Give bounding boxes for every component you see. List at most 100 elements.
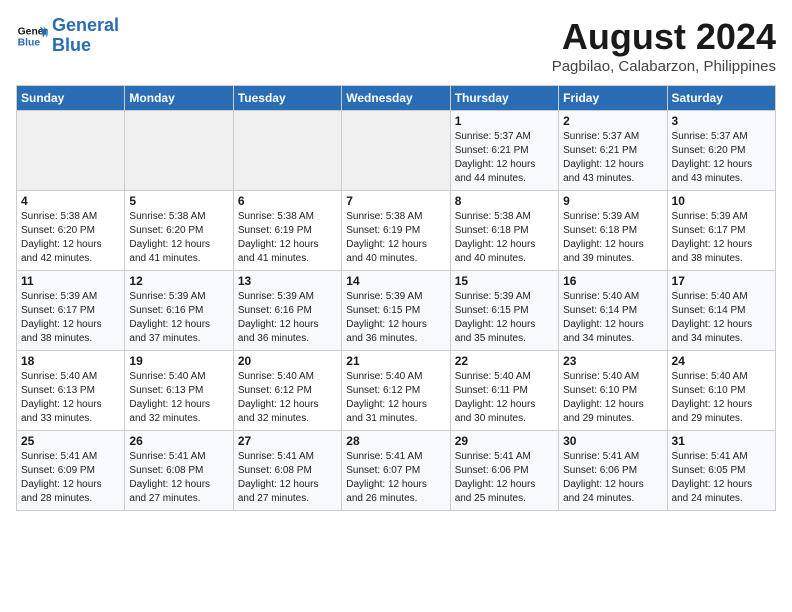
- calendar-week-1: 1 Sunrise: 5:37 AM Sunset: 6:21 PM Daylig…: [17, 111, 776, 191]
- day-info: Sunrise: 5:37 AM Sunset: 6:21 PM Dayligh…: [455, 130, 554, 186]
- day-number: 4: [21, 194, 120, 208]
- calendar-cell: 15 Sunrise: 5:39 AM Sunset: 6:15 PM Dayli…: [450, 271, 558, 351]
- calendar-cell: 4 Sunrise: 5:38 AM Sunset: 6:20 PM Daylig…: [17, 191, 125, 271]
- calendar-cell: 28 Sunrise: 5:41 AM Sunset: 6:07 PM Dayli…: [342, 431, 450, 511]
- calendar-cell: 13Sunrise: 5:39 AM Sunset: 6:16 PM Dayli…: [233, 271, 341, 351]
- day-number: 9: [563, 194, 662, 208]
- day-number: 6: [238, 194, 337, 208]
- day-number: 17: [672, 274, 771, 288]
- calendar-week-2: 4 Sunrise: 5:38 AM Sunset: 6:20 PM Daylig…: [17, 191, 776, 271]
- day-info: Sunrise: 5:38 AM Sunset: 6:18 PM Dayligh…: [455, 210, 554, 266]
- day-number: 2: [563, 114, 662, 128]
- calendar-cell: 12Sunrise: 5:39 AM Sunset: 6:16 PM Dayli…: [125, 271, 233, 351]
- day-number: 3: [672, 114, 771, 128]
- calendar-cell: 14 Sunrise: 5:39 AM Sunset: 6:15 PM Dayli…: [342, 271, 450, 351]
- day-number: 1: [455, 114, 554, 128]
- calendar-week-3: 11 Sunrise: 5:39 AM Sunset: 6:17 PM Dayli…: [17, 271, 776, 351]
- calendar-cell: 10Sunrise: 5:39 AM Sunset: 6:17 PM Dayli…: [667, 191, 775, 271]
- logo-text-line2: Blue: [52, 36, 119, 56]
- day-info: Sunrise: 5:37 AM Sunset: 6:20 PM Dayligh…: [672, 130, 771, 186]
- day-number: 19: [129, 354, 228, 368]
- day-info: Sunrise: 5:40 AM Sunset: 6:11 PM Dayligh…: [455, 370, 554, 426]
- day-info: Sunrise: 5:37 AM Sunset: 6:21 PM Dayligh…: [563, 130, 662, 186]
- day-number: 5: [129, 194, 228, 208]
- page-header: General Blue General Blue August 2024 Pa…: [16, 16, 776, 75]
- day-info: Sunrise: 5:39 AM Sunset: 6:15 PM Dayligh…: [346, 290, 445, 346]
- day-number: 8: [455, 194, 554, 208]
- day-number: 16: [563, 274, 662, 288]
- calendar-cell: 16 Sunrise: 5:40 AM Sunset: 6:14 PM Dayli…: [559, 271, 667, 351]
- calendar-cell: 25Sunrise: 5:41 AM Sunset: 6:09 PM Dayli…: [17, 431, 125, 511]
- day-info: Sunrise: 5:41 AM Sunset: 6:08 PM Dayligh…: [129, 450, 228, 506]
- day-info: Sunrise: 5:40 AM Sunset: 6:13 PM Dayligh…: [129, 370, 228, 426]
- calendar-cell: 22 Sunrise: 5:40 AM Sunset: 6:11 PM Dayli…: [450, 351, 558, 431]
- day-number: 31: [672, 434, 771, 448]
- calendar-cell: 11 Sunrise: 5:39 AM Sunset: 6:17 PM Dayli…: [17, 271, 125, 351]
- day-number: 10: [672, 194, 771, 208]
- calendar-cell: 20 Sunrise: 5:40 AM Sunset: 6:12 PM Dayli…: [233, 351, 341, 431]
- day-info: Sunrise: 5:40 AM Sunset: 6:13 PM Dayligh…: [21, 370, 120, 426]
- calendar-week-4: 18Sunrise: 5:40 AM Sunset: 6:13 PM Dayli…: [17, 351, 776, 431]
- day-info: Sunrise: 5:41 AM Sunset: 6:09 PM Dayligh…: [21, 450, 120, 506]
- day-number: 26: [129, 434, 228, 448]
- day-info: Sunrise: 5:39 AM Sunset: 6:17 PM Dayligh…: [21, 290, 120, 346]
- day-number: 22: [455, 354, 554, 368]
- weekday-header-wednesday: Wednesday: [342, 86, 450, 111]
- calendar-cell: 5 Sunrise: 5:38 AM Sunset: 6:20 PM Daylig…: [125, 191, 233, 271]
- day-number: 30: [563, 434, 662, 448]
- weekday-header-friday: Friday: [559, 86, 667, 111]
- day-number: 28: [346, 434, 445, 448]
- calendar-cell: 24 Sunrise: 5:40 AM Sunset: 6:10 PM Dayli…: [667, 351, 775, 431]
- day-number: 12: [129, 274, 228, 288]
- day-number: 21: [346, 354, 445, 368]
- calendar-cell: 1 Sunrise: 5:37 AM Sunset: 6:21 PM Daylig…: [450, 111, 558, 191]
- calendar-cell: 26 Sunrise: 5:41 AM Sunset: 6:08 PM Dayli…: [125, 431, 233, 511]
- weekday-header-thursday: Thursday: [450, 86, 558, 111]
- day-info: Sunrise: 5:40 AM Sunset: 6:12 PM Dayligh…: [346, 370, 445, 426]
- calendar-cell: 21 Sunrise: 5:40 AM Sunset: 6:12 PM Dayli…: [342, 351, 450, 431]
- day-number: 27: [238, 434, 337, 448]
- day-number: 15: [455, 274, 554, 288]
- day-info: Sunrise: 5:41 AM Sunset: 6:06 PM Dayligh…: [563, 450, 662, 506]
- calendar-week-5: 25Sunrise: 5:41 AM Sunset: 6:09 PM Dayli…: [17, 431, 776, 511]
- title-block: August 2024 Pagbilao, Calabarzon, Philip…: [552, 16, 776, 75]
- calendar-cell: 23Sunrise: 5:40 AM Sunset: 6:10 PM Dayli…: [559, 351, 667, 431]
- day-info: Sunrise: 5:38 AM Sunset: 6:20 PM Dayligh…: [129, 210, 228, 266]
- calendar-title: August 2024: [552, 16, 776, 58]
- calendar-cell: 27Sunrise: 5:41 AM Sunset: 6:08 PM Dayli…: [233, 431, 341, 511]
- day-number: 20: [238, 354, 337, 368]
- logo-icon: General Blue: [16, 20, 48, 52]
- calendar-cell: 3 Sunrise: 5:37 AM Sunset: 6:20 PM Daylig…: [667, 111, 775, 191]
- day-info: Sunrise: 5:41 AM Sunset: 6:07 PM Dayligh…: [346, 450, 445, 506]
- day-number: 14: [346, 274, 445, 288]
- calendar-cell: 19 Sunrise: 5:40 AM Sunset: 6:13 PM Dayli…: [125, 351, 233, 431]
- calendar-cell: [233, 111, 341, 191]
- calendar-cell: 30 Sunrise: 5:41 AM Sunset: 6:06 PM Dayli…: [559, 431, 667, 511]
- day-info: Sunrise: 5:39 AM Sunset: 6:15 PM Dayligh…: [455, 290, 554, 346]
- svg-text:Blue: Blue: [18, 37, 41, 48]
- day-info: Sunrise: 5:40 AM Sunset: 6:14 PM Dayligh…: [563, 290, 662, 346]
- calendar-cell: 8 Sunrise: 5:38 AM Sunset: 6:18 PM Daylig…: [450, 191, 558, 271]
- calendar-cell: 6Sunrise: 5:38 AM Sunset: 6:19 PM Daylig…: [233, 191, 341, 271]
- calendar-cell: [342, 111, 450, 191]
- calendar-cell: [17, 111, 125, 191]
- day-info: Sunrise: 5:40 AM Sunset: 6:12 PM Dayligh…: [238, 370, 337, 426]
- day-number: 11: [21, 274, 120, 288]
- calendar-cell: 29 Sunrise: 5:41 AM Sunset: 6:06 PM Dayli…: [450, 431, 558, 511]
- calendar-cell: 7Sunrise: 5:38 AM Sunset: 6:19 PM Daylig…: [342, 191, 450, 271]
- calendar-cell: 31Sunrise: 5:41 AM Sunset: 6:05 PM Dayli…: [667, 431, 775, 511]
- weekday-header-tuesday: Tuesday: [233, 86, 341, 111]
- day-info: Sunrise: 5:38 AM Sunset: 6:19 PM Dayligh…: [346, 210, 445, 266]
- day-number: 13: [238, 274, 337, 288]
- day-number: 29: [455, 434, 554, 448]
- logo-text-line1: General: [52, 16, 119, 36]
- calendar-table: SundayMondayTuesdayWednesdayThursdayFrid…: [16, 85, 776, 511]
- weekday-header-sunday: Sunday: [17, 86, 125, 111]
- day-info: Sunrise: 5:38 AM Sunset: 6:20 PM Dayligh…: [21, 210, 120, 266]
- calendar-cell: 9Sunrise: 5:39 AM Sunset: 6:18 PM Daylig…: [559, 191, 667, 271]
- day-info: Sunrise: 5:41 AM Sunset: 6:06 PM Dayligh…: [455, 450, 554, 506]
- day-info: Sunrise: 5:40 AM Sunset: 6:10 PM Dayligh…: [672, 370, 771, 426]
- day-number: 24: [672, 354, 771, 368]
- day-info: Sunrise: 5:40 AM Sunset: 6:14 PM Dayligh…: [672, 290, 771, 346]
- calendar-subtitle: Pagbilao, Calabarzon, Philippines: [552, 58, 776, 75]
